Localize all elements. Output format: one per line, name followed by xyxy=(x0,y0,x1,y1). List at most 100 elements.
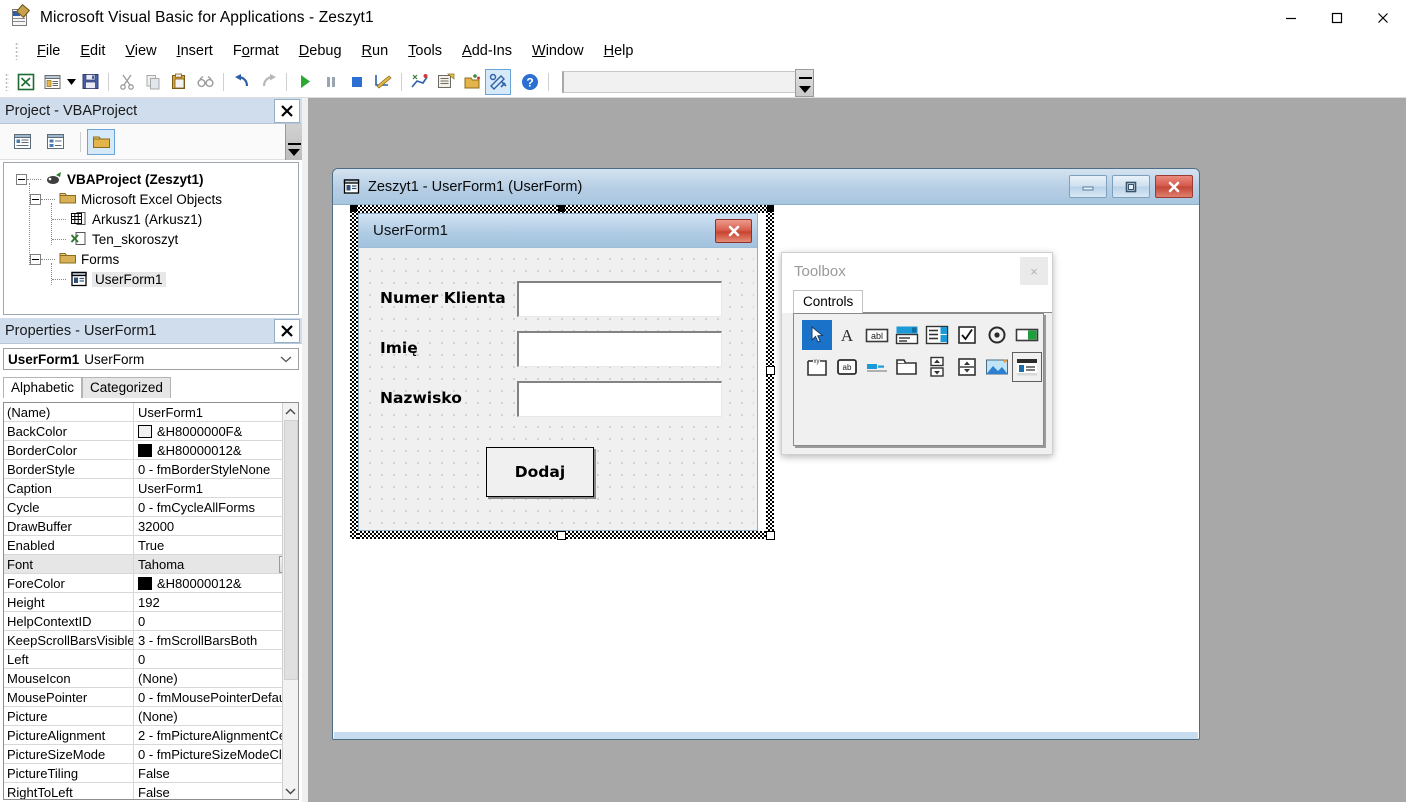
property-row-selected[interactable]: Font Tahoma ... xyxy=(4,555,298,574)
checkbox-icon[interactable] xyxy=(952,320,982,350)
properties-object-selector[interactable]: UserForm1 UserForm xyxy=(3,348,299,370)
property-row[interactable]: Picture (None) xyxy=(4,707,298,726)
view-code-icon[interactable] xyxy=(8,129,36,155)
menu-run[interactable]: Run xyxy=(352,40,399,62)
resize-handle-e[interactable] xyxy=(766,366,775,375)
find-icon[interactable] xyxy=(192,69,218,95)
resize-handle-ne[interactable] xyxy=(767,205,774,212)
property-row[interactable]: PictureSizeMode 0 - fmPictureSizeModeCli xyxy=(4,745,298,764)
property-value[interactable]: 0 - fmPictureSizeModeCli xyxy=(134,745,298,763)
property-value[interactable]: &H80000012& xyxy=(134,574,298,592)
project-explorer-icon[interactable] xyxy=(407,69,433,95)
togglebutton-icon[interactable] xyxy=(1012,320,1042,350)
select-objects-icon[interactable] xyxy=(802,320,832,350)
userform-selection-frame[interactable]: UserForm1 Numer Klienta Imię Nazwisko Do… xyxy=(350,205,775,540)
property-row[interactable]: Enabled True xyxy=(4,536,298,555)
expander-icon[interactable] xyxy=(16,173,27,185)
property-row[interactable]: (Name) UserForm1 xyxy=(4,403,298,422)
tree-item-forms[interactable]: Forms xyxy=(8,249,294,269)
toolbox-icon[interactable] xyxy=(485,68,511,95)
tree-item-vbaproject[interactable]: VBAProject (Zeszyt1) xyxy=(8,169,294,189)
properties-scrollbar[interactable] xyxy=(282,403,298,799)
property-value[interactable]: (None) xyxy=(134,707,298,725)
property-value[interactable]: &H8000000F& xyxy=(134,422,298,440)
property-row[interactable]: Caption UserForm1 xyxy=(4,479,298,498)
userform-titlebar[interactable]: UserForm1 xyxy=(359,214,757,248)
label-imie[interactable]: Imię xyxy=(380,339,418,357)
property-value[interactable]: 0 xyxy=(134,650,298,668)
property-row[interactable]: PictureAlignment 2 - fmPictureAlignmentC… xyxy=(4,726,298,745)
optionbutton-icon[interactable] xyxy=(982,320,1012,350)
menu-file[interactable]: FFileile xyxy=(27,40,70,62)
image-icon[interactable] xyxy=(982,352,1012,382)
designer-restore-button[interactable] xyxy=(1112,175,1150,198)
properties-window-icon[interactable] xyxy=(433,69,459,95)
scroll-down-icon[interactable] xyxy=(285,782,296,799)
multipage-icon[interactable] xyxy=(892,352,922,382)
property-row[interactable]: HelpContextID 0 xyxy=(4,612,298,631)
scrollbar-icon[interactable] xyxy=(922,352,952,382)
toolbox-close-button[interactable]: × xyxy=(1020,257,1048,285)
properties-panel-close-button[interactable] xyxy=(274,318,300,343)
menu-window[interactable]: Window xyxy=(522,40,594,62)
menu-addins[interactable]: Add-Ins xyxy=(452,40,522,62)
tree-item-arkusz1[interactable]: Arkusz1 (Arkusz1) xyxy=(8,209,294,229)
property-row[interactable]: Height 192 xyxy=(4,593,298,612)
designer-close-button[interactable] xyxy=(1155,175,1193,198)
tree-item-userform1[interactable]: UserForm1 xyxy=(8,269,294,289)
property-row[interactable]: BorderStyle 0 - fmBorderStyleNone xyxy=(4,460,298,479)
userform-preview[interactable]: UserForm1 Numer Klienta Imię Nazwisko Do… xyxy=(358,213,758,531)
menu-edit[interactable]: Edit xyxy=(70,40,115,62)
run-icon[interactable] xyxy=(292,69,318,95)
minimize-button[interactable] xyxy=(1268,0,1314,36)
expander-icon[interactable] xyxy=(30,193,41,205)
designer-minimize-button[interactable] xyxy=(1069,175,1107,198)
property-value[interactable]: Tahoma ... xyxy=(134,555,298,573)
undo-icon[interactable] xyxy=(229,69,255,95)
imie-textbox[interactable] xyxy=(517,331,722,367)
menubar-grip[interactable] xyxy=(15,42,19,60)
toolbox-controls-pane[interactable]: A abl xy ab xyxy=(793,313,1044,446)
menu-format[interactable]: Format xyxy=(223,40,289,62)
property-row[interactable]: PictureTiling False xyxy=(4,764,298,783)
project-panel-scroll-down[interactable] xyxy=(285,124,302,160)
label-numer-klienta[interactable]: Numer Klienta xyxy=(380,289,506,307)
property-value[interactable]: 0 - fmBorderStyleNone xyxy=(134,460,298,478)
property-row[interactable]: MouseIcon (None) xyxy=(4,669,298,688)
userform-close-button[interactable] xyxy=(715,218,752,243)
label-icon[interactable]: A xyxy=(832,320,862,350)
property-value[interactable]: 192 xyxy=(134,593,298,611)
toolbar-grip[interactable] xyxy=(5,72,9,91)
menu-view[interactable]: View xyxy=(115,40,166,62)
paste-icon[interactable] xyxy=(166,69,192,95)
userform-design-surface[interactable]: Numer Klienta Imię Nazwisko Dodaj xyxy=(362,251,754,527)
refedit-icon[interactable] xyxy=(1012,352,1042,382)
toolbox-titlebar[interactable]: Toolbox × xyxy=(782,253,1052,289)
property-row[interactable]: DrawBuffer 32000 xyxy=(4,517,298,536)
copy-icon[interactable] xyxy=(140,69,166,95)
property-value[interactable]: 32000 xyxy=(134,517,298,535)
redo-icon[interactable] xyxy=(255,69,281,95)
property-value[interactable]: False xyxy=(134,783,298,800)
menu-insert[interactable]: Insert xyxy=(167,40,223,62)
dodaj-button[interactable]: Dodaj xyxy=(486,447,594,497)
property-row[interactable]: MousePointer 0 - fmMousePointerDefau xyxy=(4,688,298,707)
textbox-icon[interactable]: abl xyxy=(862,320,892,350)
pause-icon[interactable] xyxy=(318,69,344,95)
label-nazwisko[interactable]: Nazwisko xyxy=(380,389,462,407)
frame-icon[interactable]: xy xyxy=(802,352,832,382)
nazwisko-textbox[interactable] xyxy=(517,381,722,417)
tab-alphabetic[interactable]: Alphabetic xyxy=(3,377,83,398)
toolbar-position-combo[interactable] xyxy=(562,68,814,97)
commandbutton-icon[interactable]: ab xyxy=(832,352,862,382)
tab-controls[interactable]: Controls xyxy=(793,290,864,313)
insert-userform-icon[interactable] xyxy=(39,69,65,95)
combo-arrow-icon[interactable] xyxy=(795,68,814,97)
project-panel-close-button[interactable] xyxy=(274,98,300,123)
property-value[interactable]: &H80000012& xyxy=(134,441,298,459)
designer-titlebar[interactable]: Zeszyt1 - UserForm1 (UserForm) xyxy=(333,169,1199,205)
help-icon[interactable]: ? xyxy=(517,69,543,95)
cut-icon[interactable] xyxy=(114,69,140,95)
property-row[interactable]: KeepScrollBarsVisible 3 - fmScrollBarsBo… xyxy=(4,631,298,650)
property-value[interactable]: (None) xyxy=(134,669,298,687)
